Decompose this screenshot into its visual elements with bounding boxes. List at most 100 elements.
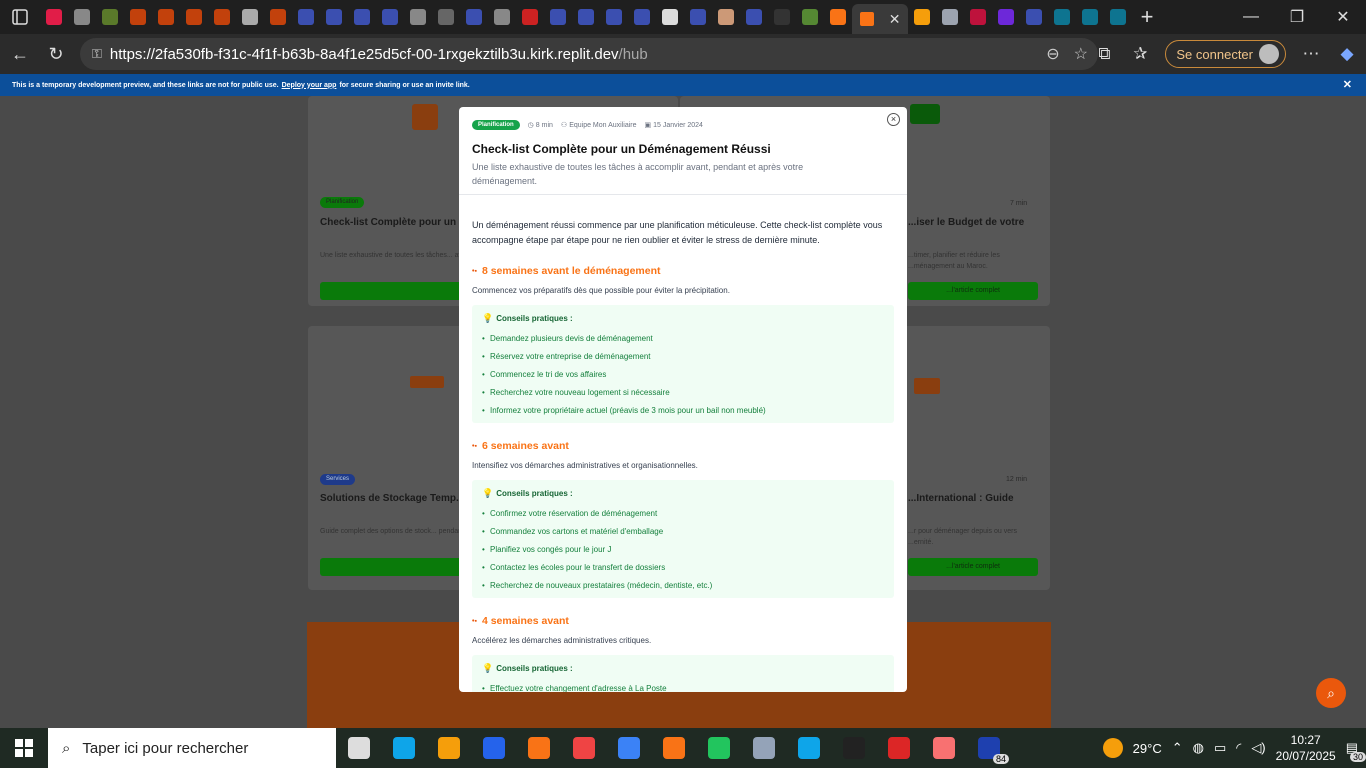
taskbar-app-button[interactable] <box>876 728 921 768</box>
read-article-button[interactable]: ...l'article complet <box>908 558 1038 576</box>
restore-icon[interactable]: ❐ <box>1274 0 1320 34</box>
refresh-button[interactable]: ↻ <box>38 36 74 72</box>
tab-favicon-button[interactable] <box>768 2 796 32</box>
card-read-time: 12 min <box>1006 476 1028 483</box>
tab-favicon-button[interactable] <box>152 2 180 32</box>
tab-favicon-button[interactable] <box>796 2 824 32</box>
tab-favicon-button[interactable] <box>1020 2 1048 32</box>
tab-favicon-button[interactable] <box>964 2 992 32</box>
taskbar-app-button[interactable] <box>831 728 876 768</box>
tab-favicon-button[interactable] <box>96 2 124 32</box>
taskbar-app-button[interactable] <box>426 728 471 768</box>
start-button[interactable] <box>0 728 48 768</box>
tab-favicon-button[interactable] <box>460 2 488 32</box>
section-desc: Accélérez les démarches administratives … <box>472 636 652 645</box>
taskbar-app-button[interactable] <box>696 728 741 768</box>
copilot-icon[interactable]: ◆ <box>1336 44 1358 64</box>
tab-favicon-button[interactable] <box>908 2 936 32</box>
taskbar-search[interactable]: ⌕ Taper ici pour rechercher <box>48 728 336 768</box>
tab-favicon-button[interactable] <box>236 2 264 32</box>
weather-sun-icon[interactable] <box>1102 738 1123 758</box>
tab-favicon-button[interactable] <box>572 2 600 32</box>
tab-favicon-button[interactable] <box>488 2 516 32</box>
tab-favicon-button[interactable] <box>1048 2 1076 32</box>
site-info-icon[interactable]: ⚿ <box>92 46 102 62</box>
tips-heading: 💡 Conseils pratiques : <box>482 488 884 499</box>
tab-favicon-button[interactable] <box>740 2 768 32</box>
active-tab[interactable]: ✕ <box>852 4 908 34</box>
tab-favicon-button[interactable] <box>544 2 572 32</box>
tab-favicon-button[interactable] <box>208 2 236 32</box>
favorite-star-icon[interactable]: ☆ <box>1074 44 1088 64</box>
tab-favicon-button[interactable] <box>1076 2 1104 32</box>
favorites-icon[interactable]: ✰ <box>1129 44 1151 64</box>
tab-favicon-button[interactable] <box>264 2 292 32</box>
tab-favicon-icon <box>942 9 958 25</box>
zoom-out-icon[interactable]: ⊖ <box>1046 44 1059 64</box>
deploy-link[interactable]: Deploy your app <box>282 82 337 89</box>
tab-favicon-button[interactable] <box>656 2 684 32</box>
tab-favicon-button[interactable] <box>432 2 460 32</box>
tab-favicon-button[interactable] <box>320 2 348 32</box>
clock-icon: ◷ <box>527 122 534 129</box>
taskbar-app-button[interactable] <box>516 728 561 768</box>
tab-favicon-button[interactable] <box>1104 2 1132 32</box>
taskbar-app-button[interactable] <box>471 728 516 768</box>
tab-favicon-button[interactable] <box>936 2 964 32</box>
tab-favicon-button[interactable] <box>40 2 68 32</box>
taskbar-app-button[interactable] <box>921 728 966 768</box>
app-icon <box>887 737 910 759</box>
tab-favicon-button[interactable] <box>628 2 656 32</box>
taskbar-app-button[interactable] <box>561 728 606 768</box>
tab-actions-button[interactable] <box>0 0 40 34</box>
notification-center-icon[interactable]: ▤ 30 <box>1346 740 1366 762</box>
tab-favicon-button[interactable] <box>684 2 712 32</box>
chevron-up-icon[interactable]: ⌃ <box>1172 740 1183 756</box>
tab-favicon-button[interactable] <box>124 2 152 32</box>
clock[interactable]: 10:27 20/07/2025 <box>1276 732 1336 764</box>
taskbar-app-button[interactable] <box>786 728 831 768</box>
more-menu-icon[interactable]: ⋯ <box>1300 44 1322 64</box>
firefox-icon <box>662 737 685 759</box>
tab-favicon-button[interactable] <box>68 2 96 32</box>
taskbar-app-button[interactable] <box>606 728 651 768</box>
new-tab-button[interactable]: + <box>1132 2 1162 32</box>
lightbulb-icon: 💡 <box>482 663 494 673</box>
taskbar-app-button[interactable] <box>741 728 786 768</box>
banner-close-icon[interactable]: ✕ <box>1343 78 1352 91</box>
sign-in-button[interactable]: Se connecter <box>1165 40 1286 68</box>
tab-favicon-button[interactable] <box>600 2 628 32</box>
taskbar-app-button[interactable]: 84 <box>966 728 1011 768</box>
taskbar-app-button[interactable] <box>651 728 696 768</box>
taskbar-app-button[interactable] <box>381 728 426 768</box>
tab-favicon-button[interactable] <box>292 2 320 32</box>
read-article-button[interactable]: ...l'article complet <box>908 282 1038 300</box>
tab-favicon-button[interactable] <box>180 2 208 32</box>
extensions-icon[interactable]: ⧉ <box>1093 44 1115 64</box>
network-icon[interactable]: ◍ <box>1193 740 1204 756</box>
wifi-icon[interactable]: ◜ <box>1236 740 1241 756</box>
modal-close-button[interactable]: × <box>887 113 900 126</box>
battery-icon[interactable]: ▭ <box>1214 740 1226 756</box>
minimize-icon[interactable]: — <box>1228 0 1274 34</box>
chat-button[interactable]: ⌕ <box>1316 678 1346 708</box>
tab-favicon-icon <box>1026 9 1042 25</box>
back-button[interactable]: ← <box>2 36 38 72</box>
address-bar[interactable]: ⚿ https://2fa530fb-f31c-4f1f-b63b-8a4f1e… <box>80 38 1098 70</box>
taskbar-app-button[interactable] <box>336 728 381 768</box>
tab-favicon-button[interactable] <box>376 2 404 32</box>
tab-favicon-button[interactable] <box>348 2 376 32</box>
volume-icon[interactable]: ◁) <box>1251 740 1265 756</box>
tab-favicon-button[interactable] <box>516 2 544 32</box>
tab-favicon-button[interactable] <box>992 2 1020 32</box>
modal-header: Planification ◷ 8 min ⚇ Equipe Mon Auxilia… <box>459 107 907 195</box>
tab-favicon-button[interactable] <box>712 2 740 32</box>
tips-box: 💡Conseils pratiques : Demandez plusieurs … <box>472 305 894 423</box>
url-path: /hub <box>618 45 648 63</box>
tab-favicon-button[interactable] <box>824 2 852 32</box>
flow-icon <box>572 737 595 759</box>
tab-favicon-button[interactable] <box>404 2 432 32</box>
close-window-icon[interactable]: ✕ <box>1320 0 1366 34</box>
tab-list-right <box>908 2 1132 32</box>
close-tab-icon[interactable]: ✕ <box>889 11 901 28</box>
